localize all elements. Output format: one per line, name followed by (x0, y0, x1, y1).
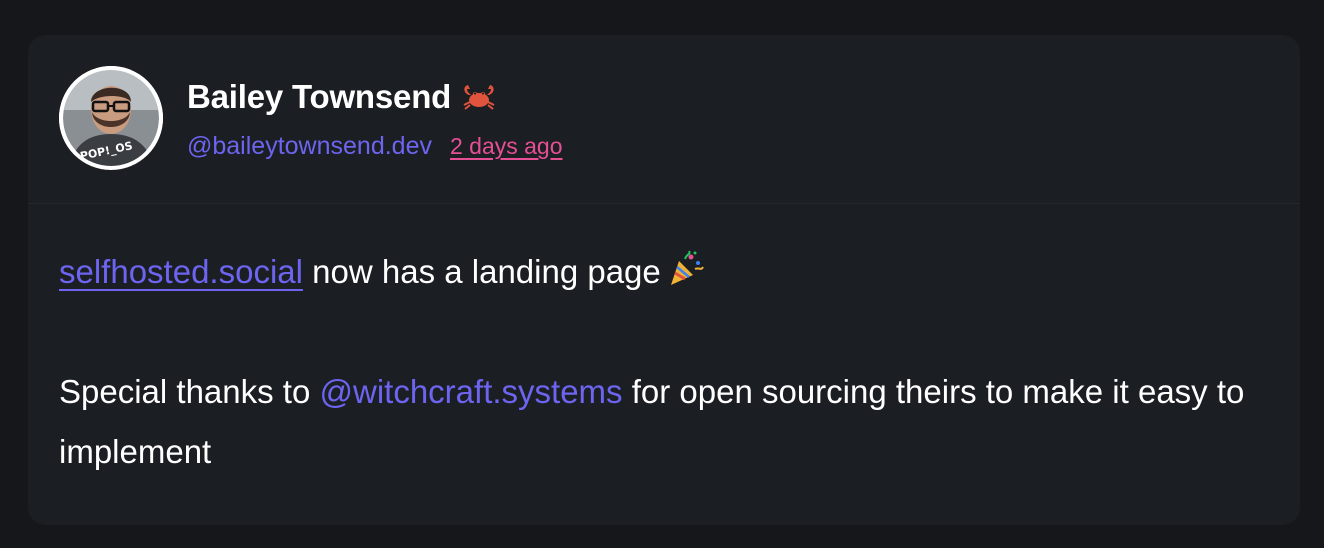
avatar-image: POP!_OS (59, 66, 163, 170)
post-card: POP!_OS Bailey Townsend @baileytownsend.… (28, 35, 1300, 525)
author-name-row: Bailey Townsend (187, 77, 497, 117)
selfhosted-social-link[interactable]: selfhosted.social (59, 253, 303, 290)
post-line-1-text: now has a landing page (302, 253, 661, 290)
post-header: POP!_OS Bailey Townsend @baileytownsend.… (28, 35, 1300, 203)
post-timestamp[interactable]: 2 days ago (450, 133, 563, 160)
post-line-2-prefix: Special thanks to (59, 373, 320, 410)
avatar[interactable]: POP!_OS (59, 66, 163, 170)
party-popper-icon (665, 248, 705, 288)
author-meta-row: @baileytownsend.dev 2 days ago (187, 132, 563, 161)
post-line-1: selfhosted.social now has a landing page (59, 242, 1259, 302)
post-line-2: Special thanks to @witchcraft.systems fo… (59, 362, 1259, 482)
post-body: selfhosted.social now has a landing page… (59, 242, 1259, 482)
author-display-name[interactable]: Bailey Townsend (187, 78, 451, 116)
author-handle[interactable]: @baileytownsend.dev (187, 132, 432, 161)
witchcraft-systems-mention[interactable]: @witchcraft.systems (320, 373, 623, 410)
header-divider (28, 203, 1300, 204)
crab-icon (461, 81, 497, 113)
